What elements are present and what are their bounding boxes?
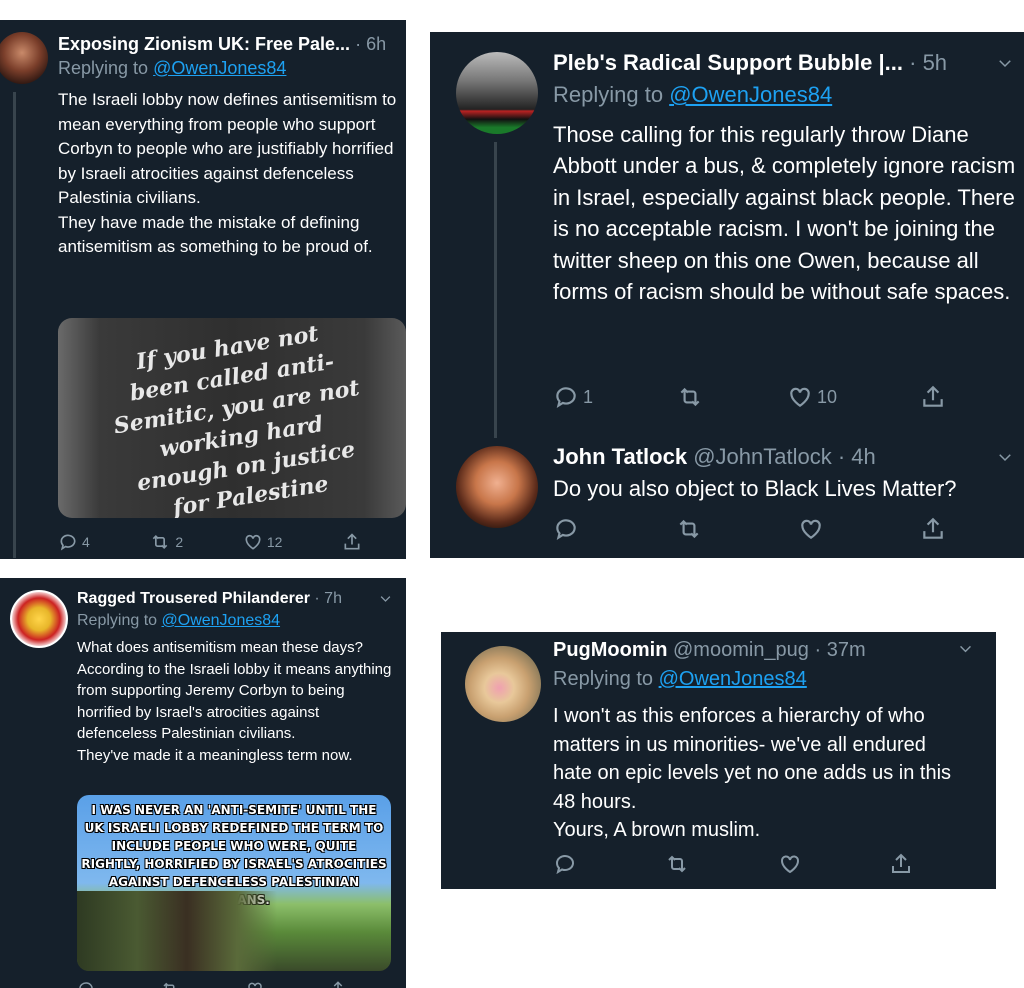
author-handle[interactable]: @moomin_pug	[673, 639, 809, 661]
replying-label: Replying to	[77, 612, 158, 629]
tweet-text: I won't as this enforces a hierarchy of …	[553, 705, 952, 841]
timestamp[interactable]: · 37m	[815, 639, 866, 661]
reply-button[interactable]	[553, 852, 577, 876]
reply-icon	[60, 534, 76, 551]
like-button[interactable]	[246, 980, 264, 988]
like-button[interactable]	[778, 852, 802, 876]
share-button[interactable]	[889, 852, 913, 876]
retweet-button[interactable]	[160, 980, 180, 988]
tweet-panel-ragged-trousered: Ragged Trousered Philanderer · 7h Replyi…	[0, 578, 406, 988]
tweet-image[interactable]: If you have not been called anti-Semitic…	[58, 318, 406, 518]
avatar[interactable]	[465, 646, 541, 722]
author-name[interactable]: Exposing Zionism UK: Free Pale...	[58, 34, 350, 54]
like-count: 12	[266, 534, 283, 550]
like-icon	[780, 855, 799, 874]
mention-link[interactable]: @OwenJones84	[669, 82, 832, 107]
tweet-text: Do you also object to Black Lives Matter…	[553, 476, 957, 501]
retweet-count: 2	[175, 534, 184, 550]
timestamp[interactable]: · 4h	[838, 444, 876, 469]
author-name[interactable]: Pleb's Radical Support Bubble |...	[553, 50, 903, 75]
tweet-actions	[553, 852, 913, 876]
reply-count: 1	[583, 386, 594, 407]
retweet-button[interactable]: 2	[149, 532, 183, 552]
timestamp[interactable]: · 7h	[314, 590, 342, 607]
share-icon	[333, 981, 343, 988]
reply-icon	[556, 387, 576, 409]
mention-link[interactable]: @OwenJones84	[659, 668, 807, 690]
replying-label: Replying to	[58, 58, 149, 78]
soldier-figures	[77, 891, 277, 971]
reply-button[interactable]	[77, 980, 95, 988]
retweet-icon	[153, 534, 168, 550]
share-icon	[344, 533, 360, 550]
like-icon	[790, 387, 810, 407]
reply-icon	[556, 519, 576, 541]
chevron-down-icon[interactable]	[996, 448, 1014, 471]
like-icon	[245, 534, 261, 550]
reply-button[interactable]: 1	[553, 384, 593, 410]
like-icon	[801, 519, 822, 539]
retweet-icon	[668, 855, 687, 873]
reply-icon	[556, 855, 574, 875]
retweet-icon	[680, 387, 700, 407]
tweet-panel-pugmoomin: PugMoomin @moomin_pug · 37m Replying to …	[441, 632, 996, 889]
share-button[interactable]	[342, 532, 362, 552]
retweet-button[interactable]	[664, 852, 690, 876]
tweet-panel-plebs-radical: Pleb's Radical Support Bubble |... · 5h …	[430, 32, 1024, 558]
like-icon	[247, 982, 262, 988]
replying-label: Replying to	[553, 82, 664, 107]
like-button[interactable]: 12	[243, 532, 283, 552]
replying-label: Replying to	[553, 668, 654, 690]
tweet-text: The Israeli lobby now defines antisemiti…	[58, 90, 397, 256]
shirt-slogan: If you have not been called anti-Semitic…	[112, 320, 362, 518]
reply-button[interactable]: 4	[58, 532, 90, 552]
like-count: 10	[816, 386, 838, 407]
share-icon	[923, 385, 943, 407]
like-button[interactable]	[798, 516, 824, 542]
chevron-down-icon[interactable]	[996, 54, 1014, 77]
author-name[interactable]: Ragged Trousered Philanderer	[77, 590, 310, 607]
reply-count: 4	[82, 534, 90, 550]
reply-button[interactable]	[553, 516, 579, 542]
retweet-button[interactable]	[676, 384, 704, 410]
tweet-actions	[553, 516, 946, 542]
avatar[interactable]	[10, 590, 68, 648]
timestamp[interactable]: · 6h	[355, 34, 386, 54]
thread-line	[13, 92, 16, 558]
author-name[interactable]: PugMoomin	[553, 639, 667, 661]
share-icon	[891, 853, 910, 873]
avatar[interactable]	[456, 446, 538, 528]
share-button[interactable]	[329, 980, 347, 988]
tweet-text: Those calling for this regularly throw D…	[553, 122, 1016, 305]
retweet-icon	[163, 982, 175, 988]
chevron-down-icon[interactable]	[957, 640, 974, 662]
mention-link[interactable]: @OwenJones84	[153, 58, 286, 78]
chevron-down-icon[interactable]	[378, 591, 393, 611]
tweet-actions: 4 2 12	[58, 532, 362, 552]
retweet-icon	[679, 519, 699, 539]
timestamp[interactable]: · 5h	[909, 50, 947, 75]
retweet-button[interactable]	[675, 516, 703, 542]
avatar[interactable]	[0, 32, 48, 84]
avatar[interactable]	[456, 52, 538, 134]
share-button[interactable]	[920, 516, 946, 542]
like-button[interactable]: 10	[787, 384, 837, 410]
mention-link[interactable]: @OwenJones84	[162, 612, 281, 629]
author-handle[interactable]: @JohnTatlock	[693, 444, 832, 469]
tweet-panel-exposing-zionism: Exposing Zionism UK: Free Pale... · 6h R…	[0, 20, 406, 559]
share-button[interactable]	[920, 384, 946, 410]
tweet-actions	[77, 980, 347, 988]
reply-icon	[79, 982, 93, 988]
tweet-image[interactable]: I was never an 'anti-Semite' until the U…	[77, 795, 391, 971]
author-name[interactable]: John Tatlock	[553, 444, 687, 469]
tweet-actions: 1 10	[553, 384, 946, 410]
share-icon	[923, 517, 943, 539]
thread-line	[494, 142, 497, 438]
tweet-text: What does antisemitism mean these days? …	[77, 639, 392, 764]
